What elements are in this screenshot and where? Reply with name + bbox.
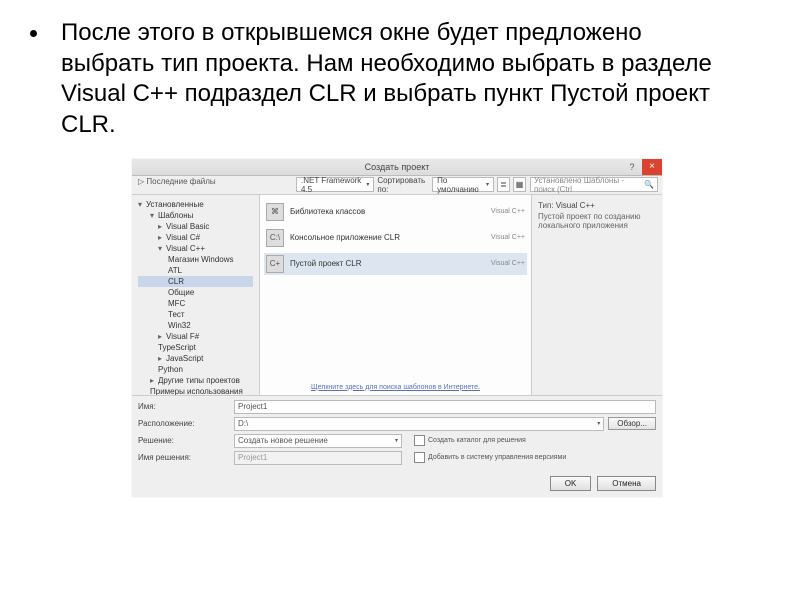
form-area: Имя: Project1 Расположение: D:\▾ Обзор..… <box>132 395 662 472</box>
cb2-label: Добавить в систему управления версиями <box>428 454 566 461</box>
details-panel: Тип: Visual C++ Пустой проект по создани… <box>531 195 662 395</box>
search-input[interactable]: Установлено Шаблоны - поиск (Ctrl 🔍 <box>530 177 658 192</box>
checkbox-create-dir[interactable] <box>414 435 425 446</box>
classlib-icon: ⌘ <box>266 203 284 221</box>
view-grid-icon[interactable]: ▦ <box>513 177 526 192</box>
name-label: Имя: <box>138 402 230 411</box>
sidebar-item-magwin[interactable]: Магазин Windows <box>138 254 253 265</box>
sidebar: ▾Установленные ▾Шаблоны ▸Visual Basic ▸V… <box>132 195 260 395</box>
search-icon: 🔍 <box>644 180 654 189</box>
sidebar-item-other[interactable]: ▸Другие типы проектов <box>138 375 253 386</box>
online-templates-link[interactable]: Щелкните здесь для поиска шаблонов в Инт… <box>260 384 531 391</box>
sidebar-item-installed[interactable]: ▾Установленные <box>138 199 253 210</box>
location-label: Расположение: <box>138 419 230 428</box>
sidebar-item-vcs[interactable]: ▸Visual C# <box>138 232 253 243</box>
framework-dropdown[interactable]: .NET Framework 4.5▾ <box>296 177 374 192</box>
cancel-button[interactable]: Отмена <box>597 476 656 491</box>
sidebar-item-vfs[interactable]: ▸Visual F# <box>138 331 253 342</box>
console-icon: C:\ <box>266 229 284 247</box>
ok-button[interactable]: OK <box>550 476 592 491</box>
solution-label: Решение: <box>138 436 230 445</box>
name-input[interactable]: Project1 <box>234 400 656 414</box>
solution-dropdown[interactable]: Создать новое решение▾ <box>234 434 402 448</box>
sort-label: Сортировать по: <box>377 176 429 194</box>
solname-input[interactable]: Project1 <box>234 451 402 465</box>
sidebar-item-common[interactable]: Общие <box>138 287 253 298</box>
sidebar-item-atl[interactable]: ATL <box>138 265 253 276</box>
sidebar-item-clr[interactable]: CLR <box>138 276 253 287</box>
solname-label: Имя решения: <box>138 453 230 462</box>
type-desc: Пустой проект по созданию локального при… <box>538 212 656 230</box>
help-button[interactable]: ? <box>624 159 640 175</box>
sidebar-item-mfc[interactable]: MFC <box>138 298 253 309</box>
checkbox-vcs[interactable] <box>414 452 425 463</box>
template-item[interactable]: ⌘ Библиотека классов Visual C++ <box>264 201 527 223</box>
browse-button[interactable]: Обзор... <box>608 417 656 430</box>
slide-text: После этого в открывшемся окне будет пре… <box>61 18 734 141</box>
sidebar-item-python[interactable]: Python <box>138 364 253 375</box>
type-label: Тип: <box>538 201 554 210</box>
view-list-icon[interactable]: ≣ <box>497 177 510 192</box>
template-item[interactable]: C:\ Консольное приложение CLR Visual C++ <box>264 227 527 249</box>
sidebar-item-vb[interactable]: ▸Visual Basic <box>138 221 253 232</box>
sidebar-item-win32[interactable]: Win32 <box>138 320 253 331</box>
title-bar: Создать проект ? × <box>132 159 662 176</box>
sidebar-item-js[interactable]: ▸JavaScript <box>138 353 253 364</box>
dialog-actions: OK Отмена <box>132 472 662 497</box>
sidebar-item-ts[interactable]: TypeScript <box>138 342 253 353</box>
location-input[interactable]: D:\▾ <box>234 417 604 431</box>
sidebar-item-test[interactable]: Тест <box>138 309 253 320</box>
template-item-selected[interactable]: C+ Пустой проект CLR Visual C++ <box>264 253 527 275</box>
bullet-icon <box>30 30 37 37</box>
sort-dropdown[interactable]: По умолчанию▾ <box>432 177 494 192</box>
close-button[interactable]: × <box>642 159 662 175</box>
dialog-window: Создать проект ? × .NET Framework 4.5▾ С… <box>132 159 662 497</box>
window-title: Создать проект <box>365 162 430 172</box>
sidebar-item-samples[interactable]: Примеры использования <box>138 386 253 395</box>
cb1-label: Создать каталог для решения <box>428 437 526 444</box>
template-list: ⌘ Библиотека классов Visual C++ C:\ Конс… <box>260 195 531 395</box>
sidebar-item-vcpp[interactable]: ▾Visual C++ <box>138 243 253 254</box>
empty-icon: C+ <box>266 255 284 273</box>
type-value: Visual C++ <box>556 201 595 210</box>
sidebar-item-templates[interactable]: ▾Шаблоны <box>138 210 253 221</box>
recent-files-link[interactable]: ▷ Последние файлы <box>138 177 216 186</box>
